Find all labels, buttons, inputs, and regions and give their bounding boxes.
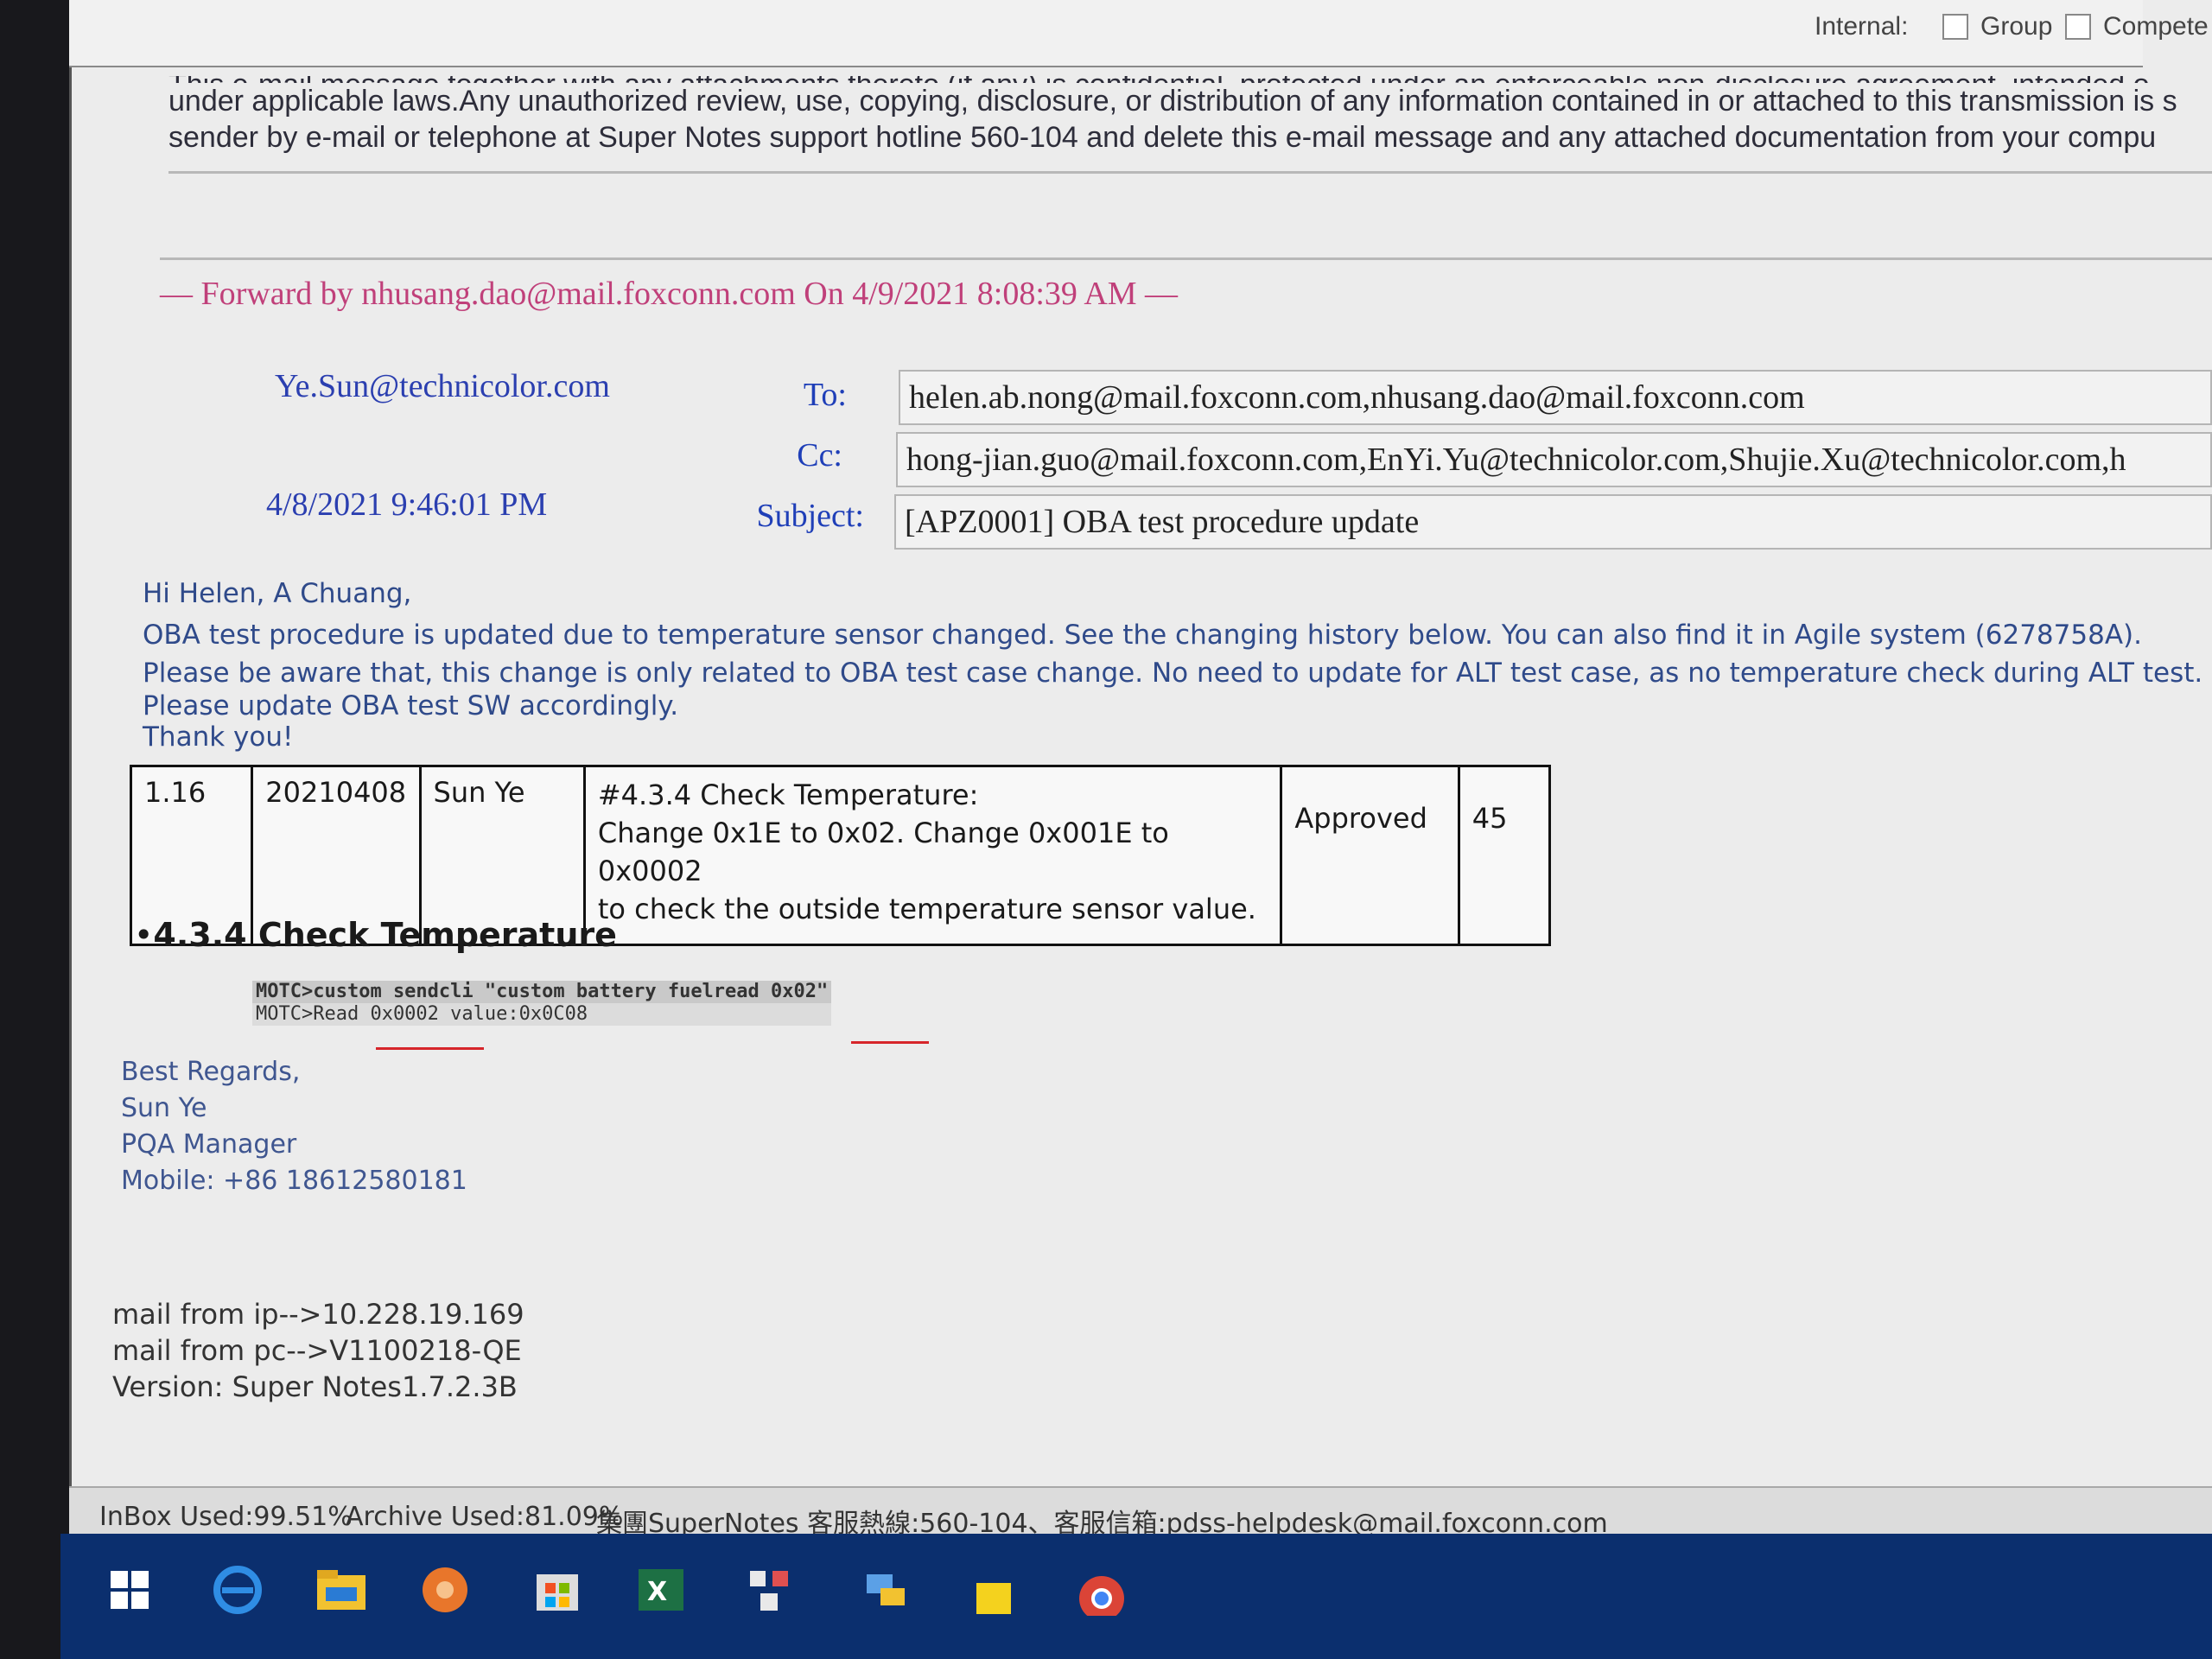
store-icon[interactable] <box>527 1560 588 1620</box>
compete-label: Compete <box>2103 12 2209 41</box>
excel-icon[interactable]: X <box>631 1560 691 1620</box>
subject-label: Subject: <box>756 498 864 534</box>
signature-regards: Best Regards, <box>121 1057 301 1087</box>
signature-name: Sun Ye <box>121 1093 207 1123</box>
bullet: • <box>134 916 154 954</box>
screen: Internal: Group Compete This e-mail mess… <box>0 0 2212 1659</box>
rev-desc-title: #4.3.4 Check Temperature: <box>597 779 979 811</box>
chrome-icon[interactable] <box>1071 1560 1132 1620</box>
sticky-icon[interactable] <box>963 1560 1024 1620</box>
sent-date: 4/8/2021 9:46:01 PM <box>266 486 548 523</box>
compete-checkbox[interactable] <box>2065 14 2091 40</box>
mail-pc: mail from pc-->V1100218-QE <box>112 1334 522 1367</box>
body-line-1: OBA test procedure is updated due to tem… <box>143 620 2142 651</box>
rev-description: #4.3.4 Check Temperature: Change 0x1E to… <box>582 765 1283 946</box>
archive-usage: Archive Used:81.09% <box>346 1502 624 1532</box>
subject-field[interactable]: [APZ0001] OBA test procedure update <box>894 494 2212 550</box>
edge-icon[interactable] <box>207 1560 268 1620</box>
red-annotation-underline <box>851 1041 929 1044</box>
app-orange-icon[interactable] <box>415 1560 475 1620</box>
rev-desc-line-1: Change 0x1E to 0x02. Change 0x001E to 0x… <box>597 817 1169 887</box>
greeting: Hi Helen, A Chuang, <box>143 578 412 609</box>
signature-title: PQA Manager <box>121 1129 297 1160</box>
remote-desktop-icon[interactable] <box>855 1560 916 1620</box>
internal-label-group: Internal: <box>1815 12 1908 41</box>
cli-output: MOTC>custom sendcli "custom battery fuel… <box>252 981 832 1026</box>
cc-field[interactable]: hong-jian.guo@mail.foxconn.com,EnYi.Yu@t… <box>896 432 2212 487</box>
message-body: Hi Helen, A Chuang, OBA test procedure i… <box>143 575 2202 756</box>
cli-read-line: MOTC>Read 0x0002 value:0x0C08 <box>252 1003 832 1026</box>
file-explorer-icon[interactable] <box>311 1560 372 1620</box>
group-label: Group <box>1980 12 2053 41</box>
to-label: To: <box>803 377 847 413</box>
svg-text:X: X <box>647 1577 667 1607</box>
section-heading: •4.3.4 Check Temperature <box>134 916 617 954</box>
compete-checkbox-group[interactable]: Compete <box>2065 12 2209 41</box>
mail-info: mail from ip-->10.228.19.169 mail from p… <box>112 1296 524 1405</box>
cc-label: Cc: <box>797 437 842 474</box>
signature: Best Regards, Sun Ye PQA Manager Mobile:… <box>121 1054 467 1199</box>
disclaimer-line-2: sender by e-mail or telephone at Super N… <box>168 121 2157 154</box>
red-annotation-underline <box>376 1047 484 1050</box>
network-app-icon[interactable] <box>739 1560 799 1620</box>
internal-label: Internal: <box>1815 12 1909 41</box>
forward-line: — Forward by nhusang.dao@mail.foxconn.co… <box>160 276 1179 312</box>
divider <box>160 257 2212 260</box>
disclaimer-line-0: This e-mail message together with any at… <box>168 76 2208 83</box>
group-checkbox[interactable] <box>1942 14 1968 40</box>
top-toolbar: Internal: Group Compete <box>69 0 2209 67</box>
windows-start-icon[interactable] <box>99 1560 160 1620</box>
client-version: Version: Super Notes1.7.2.3B <box>112 1370 518 1403</box>
disclaimer-text: This e-mail message together with any at… <box>168 76 2208 156</box>
divider <box>168 171 2212 174</box>
section-heading-text: 4.3.4 Check Temperature <box>153 916 617 954</box>
disclaimer-line-1: under applicable laws.Any unauthorized r… <box>168 85 2177 118</box>
inbox-usage: InBox Used:99.51% <box>99 1502 353 1532</box>
rev-page: 45 <box>1457 765 1552 946</box>
rev-desc-line-2: to check the outside temperature sensor … <box>597 893 1256 925</box>
cli-command-line: MOTC>custom sendcli "custom battery fuel… <box>252 981 832 1003</box>
to-field[interactable]: helen.ab.nong@mail.foxconn.com,nhusang.d… <box>899 370 2212 425</box>
rev-status: Approved <box>1280 765 1460 946</box>
signature-mobile: Mobile: +86 18612580181 <box>121 1166 467 1196</box>
sender-address[interactable]: Ye.Sun@technicolor.com <box>275 367 610 405</box>
taskbar: X <box>60 1534 2212 1659</box>
mail-ip: mail from ip-->10.228.19.169 <box>112 1298 524 1331</box>
group-checkbox-group[interactable]: Group <box>1942 12 2052 41</box>
